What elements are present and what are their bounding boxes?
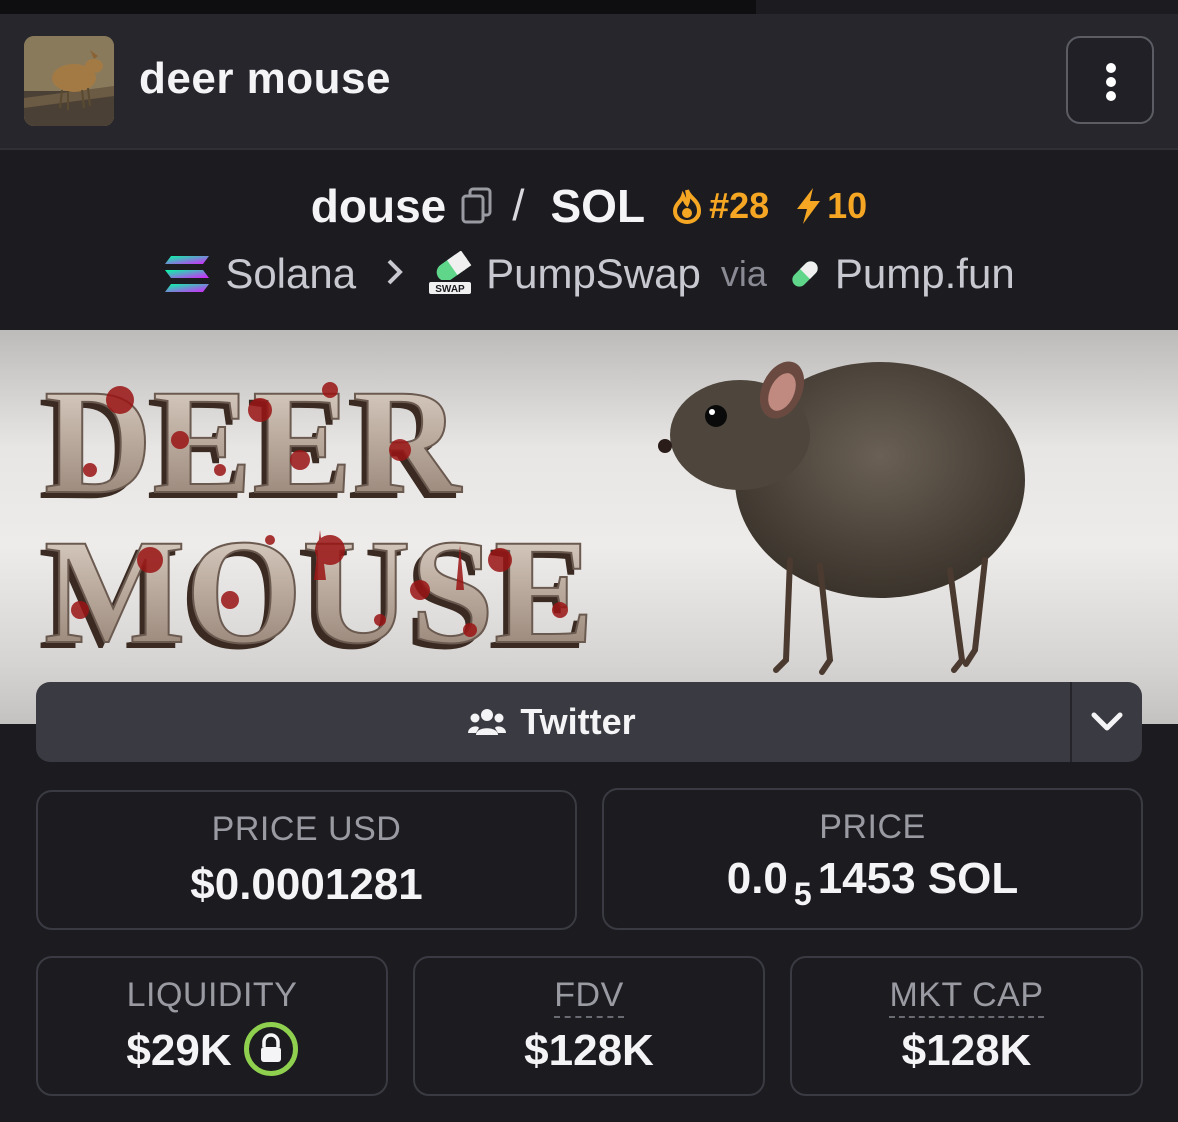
market-cap-label: MKT CAP: [792, 976, 1141, 1018]
header: deer mouse: [0, 14, 1178, 150]
page-title: deer mouse: [139, 54, 391, 103]
pill-icon: [792, 261, 818, 287]
price-native-card: PRICE 0.0 5 1453 SOL: [602, 788, 1143, 930]
twitter-label: Twitter: [520, 701, 636, 742]
price-native-label: PRICE: [819, 808, 926, 846]
price-native-prefix: 0.0: [726, 854, 788, 903]
more-vertical-icon: [1106, 63, 1116, 73]
more-menu-button[interactable]: [1066, 36, 1154, 124]
price-usd-label: PRICE USD: [211, 810, 402, 848]
dex-link[interactable]: PumpSwap: [486, 250, 701, 298]
lightning-icon: [797, 188, 821, 224]
twitter-button[interactable]: Twitter: [36, 682, 1068, 762]
fdv-value: $128K: [524, 1026, 654, 1075]
solana-icon: [165, 256, 210, 292]
market-cap-card: MKT CAP $128K: [790, 956, 1143, 1096]
pair-line: douse / SOL #28 10: [0, 178, 1178, 234]
chevron-down-icon: [1091, 712, 1123, 731]
social-links: Twitter: [36, 682, 1142, 762]
flame-icon: [673, 189, 702, 224]
breadcrumb: Solana SWAP PumpSwap via Pump.fun: [0, 246, 1178, 302]
pumpswap-icon: SWAP: [427, 251, 474, 296]
quote-token-symbol: SOL: [550, 180, 646, 232]
launchpad-link[interactable]: Pump.fun: [835, 250, 1015, 298]
liquidity-label: LIQUIDITY: [126, 976, 298, 1014]
price-native-value: 0.0 5 1453 SOL: [604, 854, 1141, 912]
users-icon: [468, 709, 507, 735]
price-native-digits: 1453 SOL: [817, 854, 1019, 903]
market-cap-label-text[interactable]: MKT CAP: [889, 976, 1044, 1018]
via-label: via: [720, 253, 767, 294]
pair-separator: /: [512, 181, 525, 230]
top-progress-bar: [0, 0, 1178, 14]
price-usd-card: PRICE USD $0.0001281: [36, 790, 577, 930]
trending-rank-value: #28: [709, 185, 770, 226]
avatar[interactable]: [24, 36, 114, 126]
pair-info: douse / SOL #28 10 Solana SWAP PumpSwap …: [0, 152, 1178, 330]
fdv-card: FDV $128K: [413, 956, 765, 1096]
more-vertical-icon-dot: [1106, 77, 1116, 87]
token-banner: DEER DEER MOUSE MOUSE: [0, 330, 1178, 724]
price-usd-value: $0.0001281: [190, 860, 423, 909]
liquidity-card: LIQUIDITY $29K: [36, 956, 388, 1096]
market-cap-value: $128K: [901, 1026, 1032, 1075]
more-vertical-icon-dot: [1106, 91, 1116, 101]
price-native-zero-count: 5: [793, 876, 812, 912]
banner-title-line2: MOUSE: [44, 509, 594, 675]
boost-count-value: 10: [827, 185, 868, 226]
fdv-label-text[interactable]: FDV: [554, 976, 624, 1018]
trending-rank[interactable]: #28: [671, 185, 769, 227]
chain-link[interactable]: Solana: [225, 250, 356, 298]
social-dropdown-button[interactable]: [1070, 682, 1142, 762]
base-token-symbol: douse: [310, 180, 447, 232]
deer-mouse-thumbnail: [24, 36, 114, 126]
pumpswap-badge-text: SWAP: [435, 284, 465, 295]
liquidity-value: $29K: [126, 1026, 232, 1075]
fdv-label: FDV: [415, 976, 763, 1018]
lock-icon[interactable]: [243, 1022, 298, 1077]
boost-count[interactable]: 10: [793, 185, 867, 227]
top-progress-fill: [0, 0, 756, 14]
chevron-right-icon: [386, 253, 404, 295]
liquidity-value-row: $29K: [38, 1022, 386, 1080]
deer-mouse-illustration: [658, 361, 1080, 714]
copy-icon[interactable]: [460, 187, 494, 225]
